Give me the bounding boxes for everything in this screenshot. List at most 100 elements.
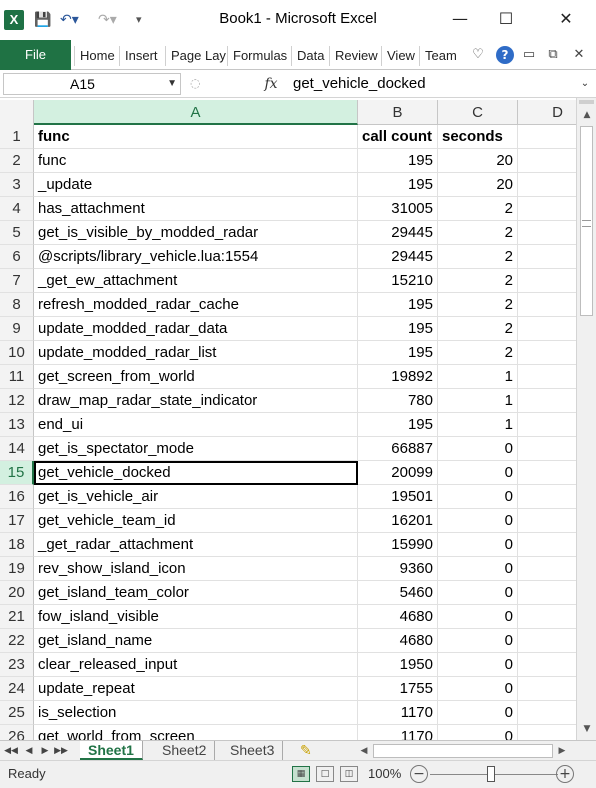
cell-empty[interactable] (518, 485, 576, 509)
cell-empty[interactable] (518, 437, 576, 461)
column-header-c[interactable]: C (438, 100, 518, 125)
row-header[interactable]: 12 (0, 389, 34, 413)
first-sheet-icon[interactable]: ◀◀ (4, 741, 18, 761)
tab-view[interactable]: View (381, 46, 419, 66)
formula-input[interactable]: get_vehicle_docked (285, 73, 575, 95)
cell-empty[interactable] (518, 173, 576, 197)
select-all-corner[interactable] (0, 100, 34, 125)
cell-seconds[interactable]: 2 (438, 269, 518, 293)
workbook-restore-icon[interactable]: ⧉ (544, 44, 562, 66)
cell-func[interactable]: get_is_spectator_mode (34, 437, 358, 461)
row-header[interactable]: 23 (0, 653, 34, 677)
cell-func[interactable]: rev_show_island_icon (34, 557, 358, 581)
cell-func[interactable]: _update (34, 173, 358, 197)
cell-seconds[interactable]: 1 (438, 413, 518, 437)
cell-func[interactable]: get_is_vehicle_air (34, 485, 358, 509)
column-header-d[interactable]: D (518, 100, 576, 125)
scroll-down-icon[interactable]: ▼ (577, 720, 596, 738)
cell-seconds[interactable]: 20 (438, 149, 518, 173)
cell-empty[interactable] (518, 413, 576, 437)
cell-seconds[interactable]: 0 (438, 677, 518, 701)
maximize-button[interactable]: ☐ (486, 6, 526, 32)
next-sheet-icon[interactable]: ▶ (38, 741, 52, 761)
cell-func[interactable]: end_ui (34, 413, 358, 437)
cell-func[interactable]: draw_map_radar_state_indicator (34, 389, 358, 413)
zoom-in-button[interactable]: + (556, 765, 574, 783)
cell-func[interactable]: has_attachment (34, 197, 358, 221)
row-header[interactable]: 18 (0, 533, 34, 557)
cell-empty[interactable] (518, 293, 576, 317)
cell-empty[interactable] (518, 509, 576, 533)
row-header[interactable]: 9 (0, 317, 34, 341)
cell-seconds[interactable]: 2 (438, 197, 518, 221)
tab-home[interactable]: Home (74, 46, 119, 66)
horizontal-scrollbar[interactable]: ◀ ▶ (355, 743, 575, 759)
row-header[interactable]: 25 (0, 701, 34, 725)
row-header[interactable]: 11 (0, 365, 34, 389)
cell-func[interactable]: get_world_from_screen (34, 725, 358, 740)
cell-empty[interactable] (518, 317, 576, 341)
row-header[interactable]: 8 (0, 293, 34, 317)
row-header[interactable]: 5 (0, 221, 34, 245)
cell-call-count[interactable]: 66887 (358, 437, 438, 461)
formula-bar-grip-icon[interactable]: ◌ (190, 76, 204, 92)
cell-seconds[interactable]: 20 (438, 173, 518, 197)
cell-call-count[interactable]: 195 (358, 317, 438, 341)
scroll-left-icon[interactable]: ◀ (357, 743, 371, 759)
cell-empty[interactable] (518, 605, 576, 629)
help-icon[interactable]: ? (496, 46, 514, 64)
cell-seconds[interactable]: 0 (438, 653, 518, 677)
row-header[interactable]: 22 (0, 629, 34, 653)
cell-call-count[interactable]: 19892 (358, 365, 438, 389)
row-header[interactable]: 26 (0, 725, 34, 740)
ribbon-collapse-icon[interactable]: ♡ (468, 44, 488, 66)
page-break-view-icon[interactable]: ◫ (340, 766, 358, 782)
sheet-tab-sheet2[interactable]: Sheet2 (154, 741, 216, 760)
name-box[interactable]: A15 ▼ (3, 73, 181, 95)
cell-func[interactable]: get_island_team_color (34, 581, 358, 605)
workbook-minimize-icon[interactable]: ▭ (520, 44, 538, 66)
row-header[interactable]: 15 (0, 461, 34, 485)
cell-call-count[interactable]: 195 (358, 149, 438, 173)
cell-call-count[interactable]: 29445 (358, 245, 438, 269)
sheet-tab-sheet1[interactable]: Sheet1 (80, 741, 143, 760)
cell-seconds[interactable]: 0 (438, 557, 518, 581)
cell-seconds[interactable]: 0 (438, 461, 518, 485)
cell-func[interactable]: fow_island_visible (34, 605, 358, 629)
split-box[interactable] (579, 100, 594, 104)
row-header[interactable]: 21 (0, 605, 34, 629)
chevron-down-icon[interactable]: ▼ (167, 74, 177, 94)
cell-seconds[interactable]: 2 (438, 317, 518, 341)
cell-call-count[interactable]: 4680 (358, 629, 438, 653)
last-sheet-icon[interactable]: ▶▶ (54, 741, 68, 761)
cell-call-count[interactable]: 16201 (358, 509, 438, 533)
cell-seconds[interactable]: 2 (438, 293, 518, 317)
cell-seconds[interactable]: 0 (438, 485, 518, 509)
row-header[interactable]: 4 (0, 197, 34, 221)
scroll-up-icon[interactable]: ▲ (577, 106, 596, 124)
column-header-a[interactable]: A (34, 100, 358, 125)
cell-call-count[interactable]: 195 (358, 341, 438, 365)
cell-func[interactable]: refresh_modded_radar_cache (34, 293, 358, 317)
row-header[interactable]: 10 (0, 341, 34, 365)
cell-seconds[interactable]: 0 (438, 605, 518, 629)
selected-cell[interactable]: get_vehicle_docked (34, 461, 358, 485)
cell-call-count[interactable]: 1755 (358, 677, 438, 701)
row-header[interactable]: 13 (0, 413, 34, 437)
cell-func[interactable]: _get_ew_attachment (34, 269, 358, 293)
cell-func[interactable]: is_selection (34, 701, 358, 725)
row-header[interactable]: 3 (0, 173, 34, 197)
expand-formula-bar-icon[interactable]: ⌄ (578, 75, 592, 93)
cell-empty[interactable] (518, 629, 576, 653)
row-header[interactable]: 17 (0, 509, 34, 533)
cell-empty[interactable] (518, 653, 576, 677)
cell-call-count[interactable]: 195 (358, 413, 438, 437)
row-header[interactable]: 24 (0, 677, 34, 701)
insert-sheet-icon[interactable]: ✎ (292, 741, 320, 760)
zoom-slider-thumb[interactable] (487, 766, 495, 782)
cell-seconds[interactable]: 0 (438, 701, 518, 725)
row-header[interactable]: 1 (0, 125, 34, 149)
prev-sheet-icon[interactable]: ◀ (22, 741, 36, 761)
cell-call-count[interactable]: 4680 (358, 605, 438, 629)
cell-empty[interactable] (518, 365, 576, 389)
